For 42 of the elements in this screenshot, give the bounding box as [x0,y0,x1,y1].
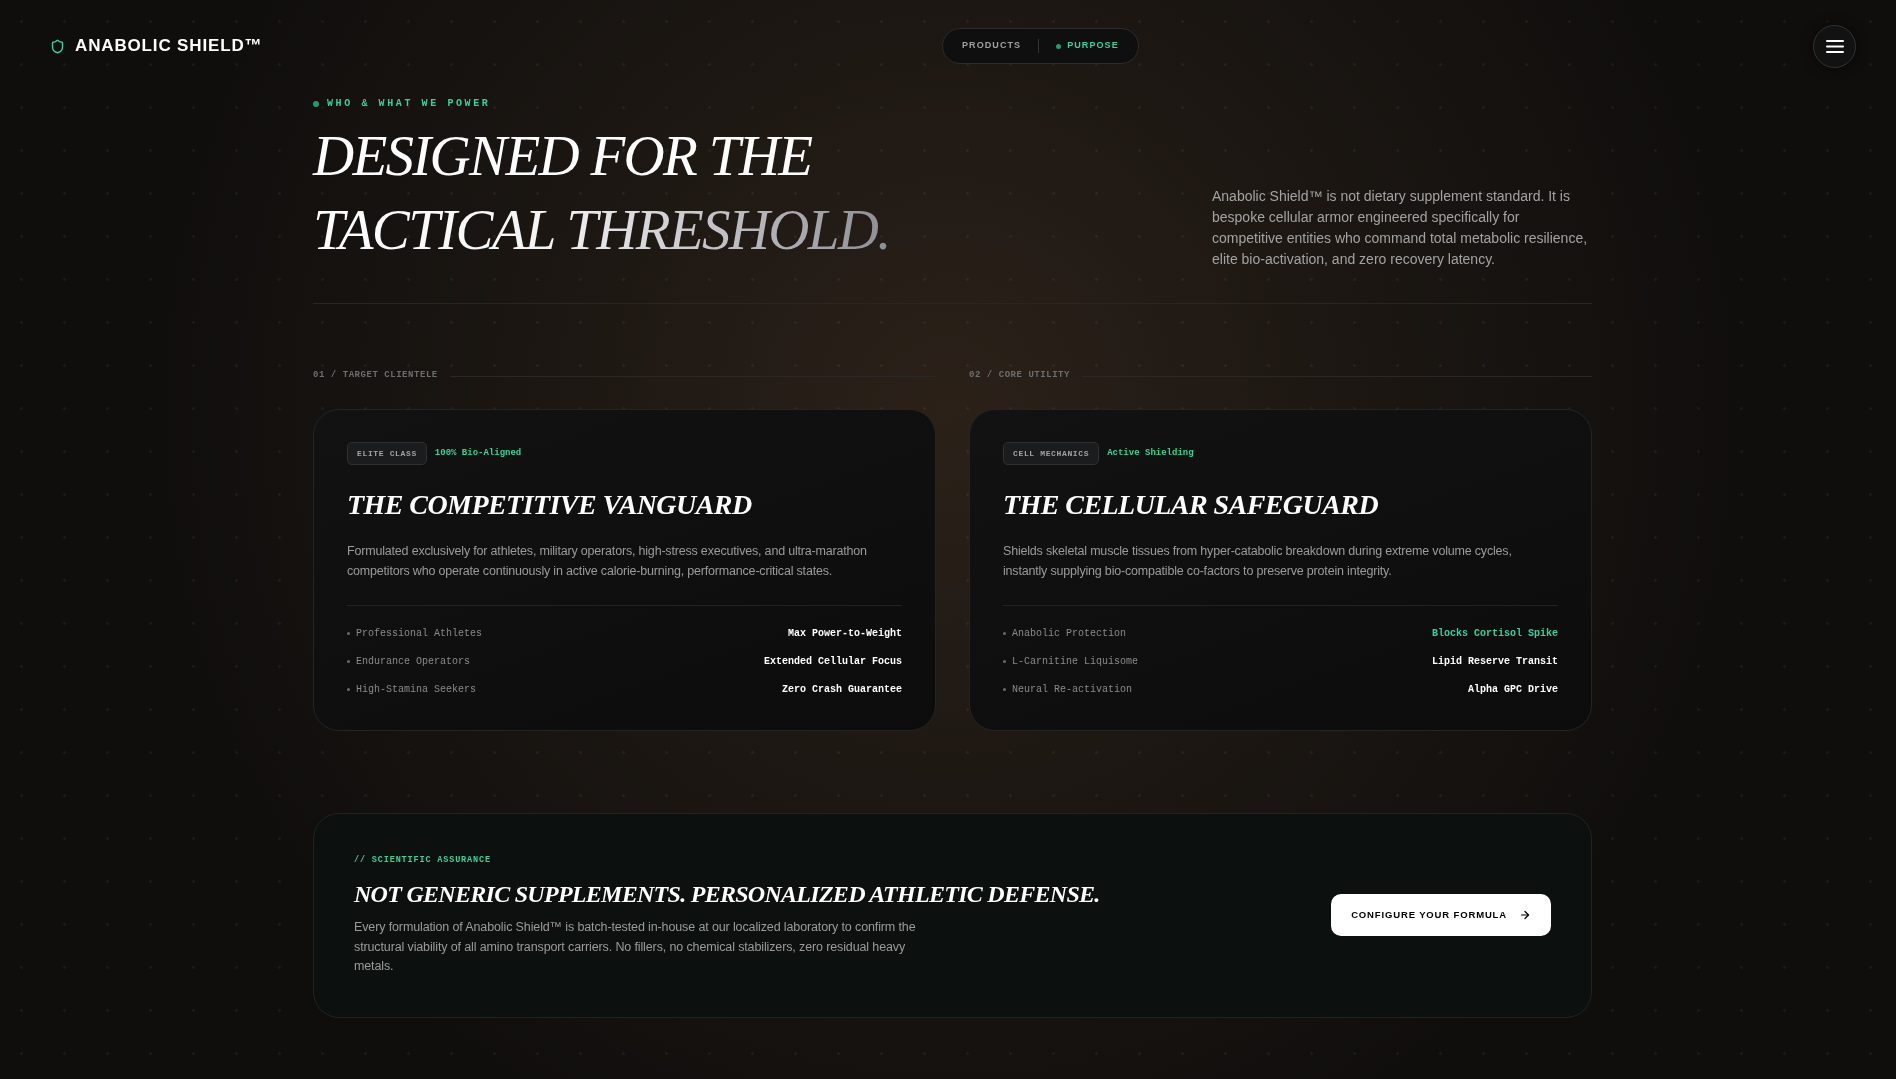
card-description: Shields skeletal muscle tissues from hyper-catabolic breakdown during extreme volume cycles, instantly supplying bio-compatible co-factors to preserve protein integrity. [1003,543,1513,580]
nav-tab[interactable]: PURPOSE [1039,29,1136,63]
bullet-icon [347,687,350,691]
feature-value: Extended Cellular Focus [763,654,902,669]
configure-button[interactable]: CONFIGURE YOUR FORMULA [1331,894,1551,937]
bullet-icon [347,659,350,663]
category-tag: ELITE CLASS [347,442,427,465]
nav-tab[interactable]: PRODUCTS [945,29,1039,63]
card-title: THE COMPETITIVE VANGUARD [347,488,752,522]
feature-label: L-Carnitine Liquisome [1012,654,1139,669]
feature-label: Endurance Operators [356,654,471,669]
heading-line: DESIGNED FOR THE [313,123,812,189]
feature-value: Alpha GPC Drive [1468,682,1558,697]
bullet-icon [1003,687,1006,691]
feature-value: Zero Crash Guarantee [781,682,902,697]
panel-paragraph: Every formulation of Anabolic Shield™ is batch-tested in-house at our localized laboratory to confirm the structural viability of all amino transport carriers. No fillers, no chemical stabilizers, zero residual heavy metals. [354,919,917,975]
menu-button[interactable] [1813,24,1856,68]
status-text: Active Shielding [1107,446,1194,460]
section-label: 02 / CORE UTILITY [969,369,1070,383]
arrow-right-icon [1519,909,1531,922]
bullet-icon [1003,659,1006,663]
section-eyebrow: // SCIENTIFIC ASSURANCE [354,854,491,866]
feature-label: High-Stamina Seekers [356,682,477,697]
shield-icon [50,38,65,54]
panel-title: NOT GENERIC SUPPLEMENTS. PERSONALIZED ATHLETIC DEFENSE. [354,880,1100,909]
feature-value: Blocks Cortisol Spike [1431,626,1558,641]
feature-label: Neural Re-activation [1012,682,1133,697]
brand-logo[interactable]: ANABOLIC SHIELD™ [75,33,263,59]
section-label: 01 / TARGET CLIENTELE [313,369,438,383]
category-tag: CELL MECHANICS [1003,442,1100,465]
card-description: Formulated exclusively for athletes, military operators, high-stress executives, and ultra-marathon competitors who operate continuously in active calorie-burning, performance-critical states. [347,543,868,580]
card-title: THE CELLULAR SAFEGUARD [1003,488,1379,522]
section-eyebrow: WHO & WHAT WE POWER [327,98,491,110]
bullet-icon [1003,631,1006,635]
bullet-icon [347,631,350,635]
menu-icon [1825,39,1844,53]
status-text: 100% Bio-Aligned [434,446,522,460]
feature-value: Lipid Reserve Transit [1431,654,1558,669]
feature-value: Max Power-to-Weight [787,626,902,641]
feature-label: Anabolic Protection [1012,626,1127,641]
intro-paragraph: Anabolic Shield™ is not dietary supplement standard. It is bespoke cellular armor engineered specifically for competitive entities who command total metabolic resilience, elite bio-activation, and zero recovery latency. [1212,187,1589,269]
feature-label: Professional Athletes [356,626,483,641]
